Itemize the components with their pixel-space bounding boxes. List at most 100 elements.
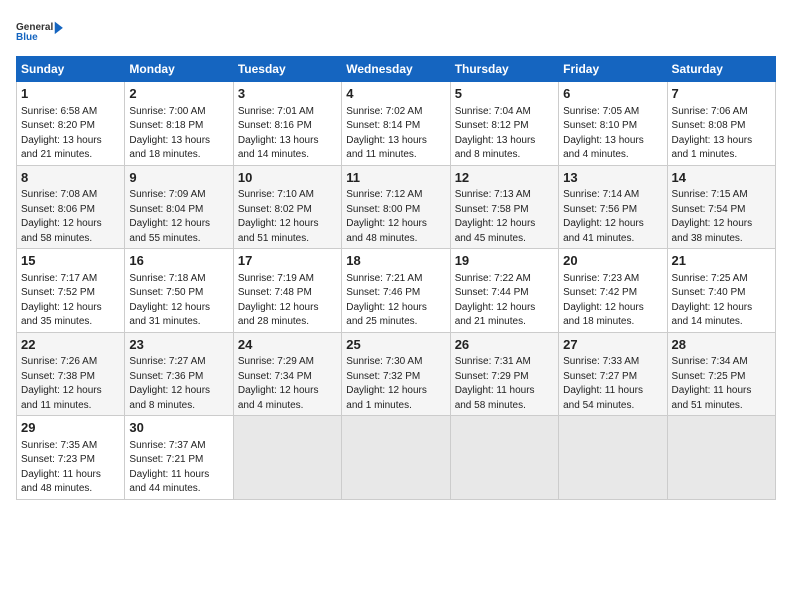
day-number: 11: [346, 169, 445, 187]
sunrise: Sunrise: 7:14 AM: [563, 189, 639, 200]
day-number: 3: [238, 85, 337, 103]
sunrise: Sunrise: 7:27 AM: [129, 356, 205, 367]
col-tuesday: Tuesday: [233, 57, 341, 82]
sunrise: Sunrise: 7:19 AM: [238, 273, 314, 284]
sunrise: Sunrise: 7:35 AM: [21, 440, 97, 451]
sunset: Sunset: 7:23 PM: [21, 454, 95, 465]
calendar-cell: 20Sunrise: 7:23 AMSunset: 7:42 PMDayligh…: [559, 249, 667, 333]
calendar-cell: 1Sunrise: 6:58 AMSunset: 8:20 PMDaylight…: [17, 82, 125, 166]
daylight: Daylight: 12 hoursand 58 minutes.: [21, 218, 102, 244]
sunrise: Sunrise: 7:02 AM: [346, 106, 422, 117]
sunset: Sunset: 8:20 PM: [21, 120, 95, 131]
sunset: Sunset: 7:48 PM: [238, 287, 312, 298]
sunset: Sunset: 7:42 PM: [563, 287, 637, 298]
daylight: Daylight: 13 hoursand 1 minutes.: [672, 135, 753, 161]
calendar-cell: 11Sunrise: 7:12 AMSunset: 8:00 PMDayligh…: [342, 165, 450, 249]
day-number: 6: [563, 85, 662, 103]
sunrise: Sunrise: 7:17 AM: [21, 273, 97, 284]
daylight: Daylight: 11 hoursand 51 minutes.: [672, 385, 752, 411]
sunrise: Sunrise: 6:58 AM: [21, 106, 97, 117]
day-number: 22: [21, 336, 120, 354]
daylight: Daylight: 13 hoursand 11 minutes.: [346, 135, 427, 161]
day-number: 13: [563, 169, 662, 187]
day-number: 27: [563, 336, 662, 354]
daylight: Daylight: 12 hoursand 45 minutes.: [455, 218, 536, 244]
sunset: Sunset: 7:27 PM: [563, 371, 637, 382]
daylight: Daylight: 13 hoursand 14 minutes.: [238, 135, 319, 161]
sunrise: Sunrise: 7:33 AM: [563, 356, 639, 367]
calendar-cell: 23Sunrise: 7:27 AMSunset: 7:36 PMDayligh…: [125, 332, 233, 416]
daylight: Daylight: 12 hoursand 51 minutes.: [238, 218, 319, 244]
daylight: Daylight: 12 hoursand 8 minutes.: [129, 385, 210, 411]
sunset: Sunset: 7:52 PM: [21, 287, 95, 298]
sunset: Sunset: 7:21 PM: [129, 454, 203, 465]
calendar-cell: 6Sunrise: 7:05 AMSunset: 8:10 PMDaylight…: [559, 82, 667, 166]
sunrise: Sunrise: 7:10 AM: [238, 189, 314, 200]
day-number: 25: [346, 336, 445, 354]
calendar-cell: 18Sunrise: 7:21 AMSunset: 7:46 PMDayligh…: [342, 249, 450, 333]
sunrise: Sunrise: 7:21 AM: [346, 273, 422, 284]
sunrise: Sunrise: 7:12 AM: [346, 189, 422, 200]
calendar-cell: 12 Sunrise: 7:13 AM Sunset: 7:58 PM Dayligh…: [450, 165, 558, 249]
sunset: Sunset: 7:40 PM: [672, 287, 746, 298]
daylight: Daylight: 12 hoursand 38 minutes.: [672, 218, 753, 244]
daylight: Daylight: 11 hoursand 48 minutes.: [21, 469, 101, 495]
sunrise: Sunrise: 7:25 AM: [672, 273, 748, 284]
calendar-cell: [559, 416, 667, 500]
daylight: Daylight: 12 hoursand 35 minutes.: [21, 302, 102, 328]
header: General Blue: [16, 16, 776, 46]
sunset: Sunset: 7:58 PM: [455, 204, 529, 215]
calendar-cell: 8Sunrise: 7:08 AMSunset: 8:06 PMDaylight…: [17, 165, 125, 249]
col-sunday: Sunday: [17, 57, 125, 82]
sunrise: Sunrise: 7:01 AM: [238, 106, 314, 117]
sunset: Sunset: 8:14 PM: [346, 120, 420, 131]
sunrise: Sunrise: 7:29 AM: [238, 356, 314, 367]
day-number: 8: [21, 169, 120, 187]
daylight: Daylight: 12 hoursand 31 minutes.: [129, 302, 210, 328]
sunrise: Sunrise: 7:13 AM: [455, 189, 531, 200]
sunrise: Sunrise: 7:23 AM: [563, 273, 639, 284]
sunrise: Sunrise: 7:08 AM: [21, 189, 97, 200]
day-number: 14: [672, 169, 771, 187]
calendar-cell: 24Sunrise: 7:29 AMSunset: 7:34 PMDayligh…: [233, 332, 341, 416]
svg-text:General: General: [16, 22, 53, 33]
sunrise: Sunrise: 7:06 AM: [672, 106, 748, 117]
day-number: 20: [563, 252, 662, 270]
calendar-cell: [667, 416, 775, 500]
sunset: Sunset: 7:56 PM: [563, 204, 637, 215]
sunset: Sunset: 7:32 PM: [346, 371, 420, 382]
sunset: Sunset: 7:50 PM: [129, 287, 203, 298]
sunset: Sunset: 7:36 PM: [129, 371, 203, 382]
sunrise: Sunrise: 7:34 AM: [672, 356, 748, 367]
sunrise: Sunrise: 7:15 AM: [672, 189, 748, 200]
daylight: Daylight: 12 hoursand 28 minutes.: [238, 302, 319, 328]
daylight: Daylight: 11 hoursand 58 minutes.: [455, 385, 535, 411]
calendar-cell: 7Sunrise: 7:06 AMSunset: 8:08 PMDaylight…: [667, 82, 775, 166]
calendar-week-row: 29 Sunrise: 7:35 AM Sunset: 7:23 PM Dayligh…: [17, 416, 776, 500]
day-number: 7: [672, 85, 771, 103]
sunset: Sunset: 7:46 PM: [346, 287, 420, 298]
daylight: Daylight: 11 hoursand 54 minutes.: [563, 385, 643, 411]
sunrise: Sunrise: 7:26 AM: [21, 356, 97, 367]
day-number: 12: [455, 169, 554, 187]
day-number: 29: [21, 419, 120, 437]
daylight: Daylight: 12 hoursand 14 minutes.: [672, 302, 753, 328]
col-monday: Monday: [125, 57, 233, 82]
daylight: Daylight: 13 hoursand 8 minutes.: [455, 135, 536, 161]
calendar-cell: [450, 416, 558, 500]
daylight: Daylight: 12 hoursand 21 minutes.: [455, 302, 536, 328]
day-number: 19: [455, 252, 554, 270]
calendar-cell: 16Sunrise: 7:18 AMSunset: 7:50 PMDayligh…: [125, 249, 233, 333]
calendar-cell: 30 Sunrise: 7:37 AM Sunset: 7:21 PM Dayligh…: [125, 416, 233, 500]
day-number: 16: [129, 252, 228, 270]
daylight: Daylight: 11 hoursand 44 minutes.: [129, 469, 209, 495]
sunset: Sunset: 8:10 PM: [563, 120, 637, 131]
daylight: Daylight: 12 hoursand 55 minutes.: [129, 218, 210, 244]
calendar-cell: 28Sunrise: 7:34 AMSunset: 7:25 PMDayligh…: [667, 332, 775, 416]
calendar-cell: 19Sunrise: 7:22 AMSunset: 7:44 PMDayligh…: [450, 249, 558, 333]
sunset: Sunset: 7:34 PM: [238, 371, 312, 382]
day-number: 30: [129, 419, 228, 437]
sunset: Sunset: 8:16 PM: [238, 120, 312, 131]
day-number: 28: [672, 336, 771, 354]
sunrise: Sunrise: 7:37 AM: [129, 440, 205, 451]
